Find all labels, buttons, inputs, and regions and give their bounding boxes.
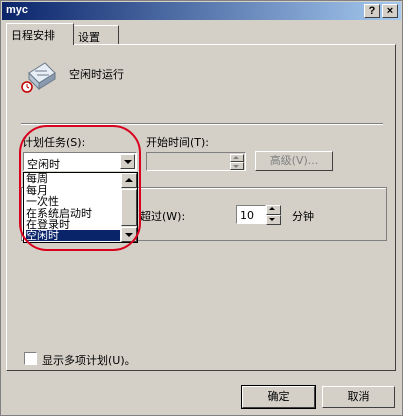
start-time-field[interactable] bbox=[146, 152, 246, 171]
scroll-up-icon bbox=[125, 178, 133, 182]
ok-button[interactable]: 确定 bbox=[241, 385, 316, 409]
spin-up-icon bbox=[269, 207, 275, 210]
schedule-dropdown[interactable]: 空闲时 bbox=[23, 152, 137, 171]
scroll-down-button[interactable] bbox=[121, 227, 137, 242]
scroll-down-icon bbox=[125, 233, 133, 237]
idle-label: 超过(W): bbox=[140, 210, 186, 223]
spin-down-icon bbox=[233, 165, 239, 168]
spin-up-icon bbox=[233, 156, 239, 159]
dropdown-button[interactable] bbox=[120, 154, 135, 169]
window-title: myc bbox=[6, 4, 29, 16]
schedule-label: 计划任务(S): bbox=[22, 136, 86, 149]
scroll-thumb[interactable] bbox=[121, 189, 137, 226]
chevron-down-icon bbox=[124, 160, 132, 164]
scheduled-task-icon bbox=[21, 62, 56, 93]
start-time-spin-down[interactable] bbox=[230, 162, 244, 170]
start-time-spin-up[interactable] bbox=[230, 154, 244, 162]
tab-settings-label: 设置 bbox=[78, 31, 100, 44]
cancel-button[interactable]: 取消 bbox=[322, 386, 395, 408]
schedule-dropdown-list[interactable]: 每周 每月 一次性 在系统启动时 在登录时 空闲时 bbox=[23, 172, 138, 243]
show-multiple-checkbox[interactable] bbox=[24, 352, 37, 365]
list-item-selected[interactable]: 空闲时 bbox=[26, 230, 120, 242]
tab-schedule-label: 日程安排 bbox=[11, 29, 55, 42]
help-button[interactable]: ? bbox=[364, 4, 380, 18]
idle-spin-up[interactable] bbox=[266, 205, 281, 215]
tab-schedule[interactable]: 日程安排 bbox=[6, 23, 74, 45]
idle-spin-down[interactable] bbox=[266, 215, 281, 225]
title-bar[interactable]: myc ? × bbox=[2, 2, 401, 20]
tab-settings[interactable]: 设置 bbox=[73, 25, 119, 45]
start-time-label: 开始时间(T): bbox=[146, 136, 210, 149]
dialog-window: myc ? × 日程安排 设置 空闲时运行 计划任务(S): 空闲时 开始时间(… bbox=[0, 0, 403, 416]
idle-unit: 分钟 bbox=[292, 210, 314, 223]
task-name: 空闲时运行 bbox=[69, 68, 124, 81]
idle-minutes-input[interactable]: 10 bbox=[236, 205, 266, 224]
spin-down-icon bbox=[269, 218, 275, 221]
advanced-button[interactable]: 高级(V)... bbox=[255, 151, 333, 171]
idle-minutes-value: 10 bbox=[240, 209, 254, 222]
show-multiple-label: 显示多项计划(U)。 bbox=[42, 354, 136, 367]
separator bbox=[21, 123, 383, 125]
list-scrollbar[interactable] bbox=[121, 173, 137, 242]
close-button[interactable]: × bbox=[382, 4, 398, 18]
scroll-up-button[interactable] bbox=[121, 173, 137, 188]
schedule-selected: 空闲时 bbox=[27, 158, 60, 171]
